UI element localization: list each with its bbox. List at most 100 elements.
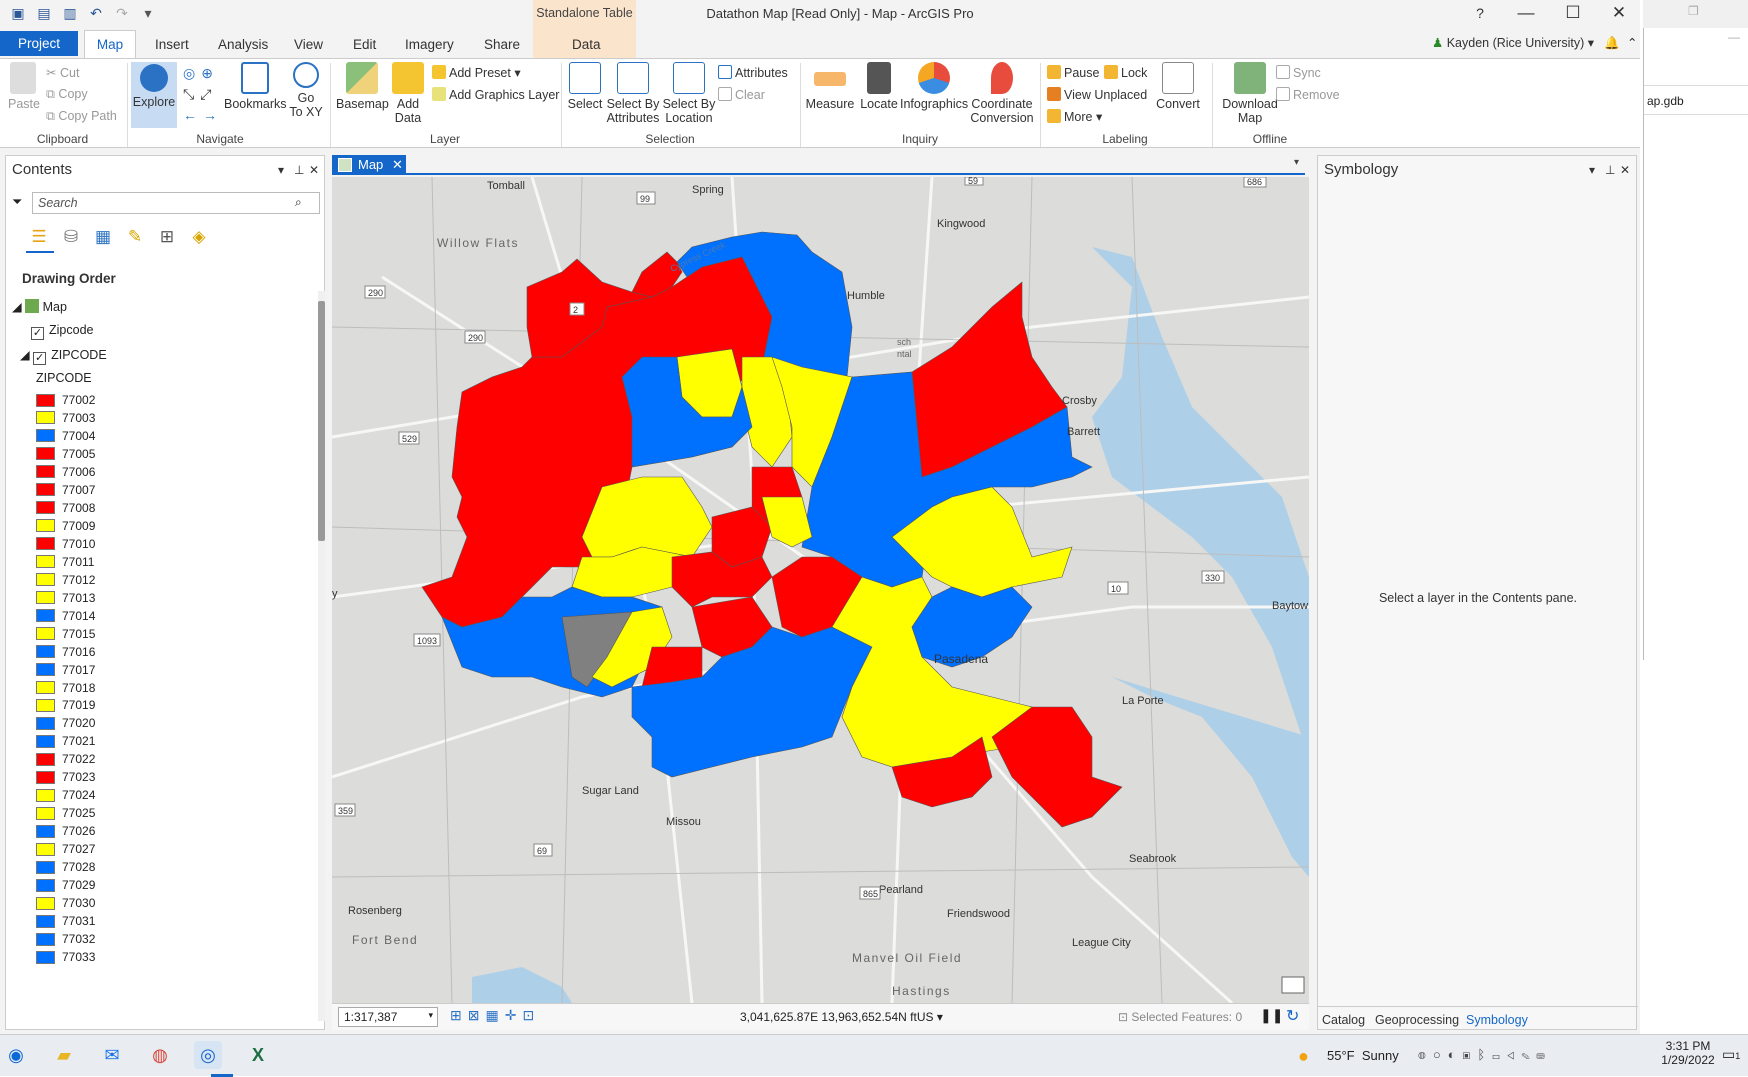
- legend-item[interactable]: 77015: [36, 625, 95, 643]
- legend-item[interactable]: 77014: [36, 607, 95, 625]
- sync-button[interactable]: Sync: [1276, 65, 1321, 80]
- list-by-snapping-icon[interactable]: ⊞: [156, 226, 178, 248]
- legend-swatch[interactable]: [36, 842, 55, 856]
- legend-swatch[interactable]: [36, 824, 55, 838]
- legend-item[interactable]: 77033: [36, 948, 95, 966]
- notification-bell-icon[interactable]: 🔔: [1604, 36, 1620, 50]
- pin-icon[interactable]: ⊥: [294, 163, 304, 177]
- refresh-icon[interactable]: ↻: [1286, 1006, 1299, 1026]
- pause-drawing-button[interactable]: ❚❚: [1260, 1007, 1283, 1024]
- measure-button[interactable]: Measure: [804, 62, 856, 111]
- zoom-extent-icon[interactable]: ⊠: [468, 1007, 486, 1023]
- legend-item[interactable]: 77008: [36, 499, 95, 517]
- go-to-xy-button[interactable]: Go To XY: [288, 62, 324, 119]
- search-icon[interactable]: ⌕: [295, 195, 302, 210]
- collapse-arrow-icon[interactable]: ◢: [12, 300, 22, 314]
- remove-button[interactable]: Remove: [1276, 87, 1340, 102]
- map-canvas[interactable]: Tomball Spring Kingwood Willow Flats Hum…: [332, 177, 1309, 1003]
- legend-item[interactable]: 77030: [36, 894, 95, 912]
- zoom-out-icon[interactable]: ⤢: [200, 86, 217, 102]
- legend-item[interactable]: 77022: [36, 750, 95, 768]
- close-pane-icon[interactable]: ✕: [309, 163, 319, 177]
- tab-list-icon[interactable]: ▾: [1294, 157, 1299, 168]
- collapse-arrow-icon[interactable]: ◢: [20, 348, 30, 362]
- legend-item[interactable]: 77025: [36, 804, 95, 822]
- tab-insert[interactable]: Insert: [155, 37, 189, 52]
- grid-icon[interactable]: ▦: [485, 1007, 504, 1023]
- legend-swatch[interactable]: [36, 716, 55, 730]
- tab-geoprocessing[interactable]: Geoprocessing: [1375, 1013, 1459, 1027]
- legend-item[interactable]: 77003: [36, 409, 95, 427]
- legend-swatch[interactable]: [36, 932, 55, 946]
- legend-item[interactable]: 77018: [36, 679, 95, 697]
- contents-scrollbar-thumb[interactable]: [318, 301, 325, 541]
- previous-extent-icon[interactable]: ←: [183, 107, 203, 123]
- tab-data[interactable]: Data: [572, 37, 601, 52]
- selected-features-count[interactable]: ⊡ Selected Features: 0: [1118, 1010, 1242, 1024]
- bluetooth-icon[interactable]: ᛒ: [1477, 1047, 1492, 1062]
- contents-search-input[interactable]: Search: [32, 192, 320, 214]
- tray-app-icon[interactable]: ◐: [1448, 1047, 1463, 1062]
- copy-path-button[interactable]: ⧉ Copy Path: [46, 109, 117, 124]
- pane-options-icon[interactable]: ▾: [1589, 163, 1595, 177]
- customize-qat-icon[interactable]: ▾: [140, 5, 156, 21]
- map-navigator-icon[interactable]: [1281, 976, 1305, 994]
- tab-map-view[interactable]: Map ✕: [332, 155, 406, 175]
- legend-swatch[interactable]: [36, 950, 55, 964]
- redo-icon[interactable]: ↷: [114, 5, 130, 21]
- tab-symbology[interactable]: Symbology: [1466, 1013, 1528, 1027]
- chrome-icon[interactable]: ◍: [146, 1041, 174, 1069]
- legend-swatch[interactable]: [36, 681, 55, 695]
- legend-item[interactable]: 77020: [36, 714, 95, 732]
- legend-item[interactable]: 77019: [36, 696, 95, 714]
- legend-swatch[interactable]: [36, 752, 55, 766]
- add-data-button[interactable]: Add Data: [390, 62, 426, 125]
- select-button[interactable]: Select: [566, 62, 604, 111]
- legend-item[interactable]: 77017: [36, 661, 95, 679]
- convert-button[interactable]: Convert: [1152, 62, 1204, 111]
- list-by-labeling-icon[interactable]: ◈: [188, 226, 210, 248]
- snapping-icon[interactable]: ✛: [505, 1007, 523, 1023]
- tab-map[interactable]: Map: [84, 30, 136, 59]
- close-button[interactable]: ✕: [1599, 3, 1639, 23]
- add-graphics-layer-button[interactable]: Add Graphics Layer: [432, 87, 559, 102]
- zoom-in-icon[interactable]: ⤡: [183, 86, 200, 102]
- background-maximize-icon[interactable]: ❐: [1688, 4, 1699, 18]
- legend-item[interactable]: 77012: [36, 571, 95, 589]
- download-map-button[interactable]: Download Map: [1218, 62, 1282, 125]
- legend-swatch[interactable]: [36, 393, 55, 407]
- legend-swatch[interactable]: [36, 591, 55, 605]
- tab-share[interactable]: Share: [484, 37, 520, 52]
- collapse-ribbon-icon[interactable]: ⌃: [1627, 36, 1637, 50]
- legend-swatch[interactable]: [36, 734, 55, 748]
- legend-swatch[interactable]: [36, 878, 55, 892]
- legend-item[interactable]: 77026: [36, 822, 95, 840]
- list-by-selection-icon[interactable]: ▦: [92, 226, 114, 248]
- map-node[interactable]: ◢ Map: [12, 299, 67, 314]
- legend-swatch[interactable]: [36, 788, 55, 802]
- legend-swatch[interactable]: [36, 609, 55, 623]
- tab-project[interactable]: Project: [0, 31, 78, 56]
- pane-options-icon[interactable]: ▾: [278, 163, 284, 177]
- extent-history[interactable]: ←→: [183, 107, 223, 123]
- legend-item[interactable]: 77016: [36, 643, 95, 661]
- pin-icon[interactable]: ⊥: [1605, 163, 1615, 177]
- tab-edit[interactable]: Edit: [353, 37, 376, 52]
- file-explorer-icon[interactable]: ▰: [50, 1041, 78, 1069]
- basemap-button[interactable]: Basemap: [336, 62, 389, 111]
- legend-item[interactable]: 77032: [36, 930, 95, 948]
- paste-button[interactable]: Paste: [8, 62, 40, 111]
- nav-icon[interactable]: ⊡: [522, 1007, 540, 1023]
- list-by-data-source-icon[interactable]: ⛁: [60, 226, 82, 248]
- legend-swatch[interactable]: [36, 483, 55, 497]
- tab-view[interactable]: View: [294, 37, 323, 52]
- legend-swatch[interactable]: [36, 663, 55, 677]
- legend-swatch[interactable]: [36, 896, 55, 910]
- background-minimize-icon[interactable]: —: [1728, 30, 1740, 44]
- legend-item[interactable]: 77011: [36, 553, 94, 571]
- legend-swatch[interactable]: [36, 770, 55, 784]
- tab-catalog[interactable]: Catalog: [1322, 1013, 1365, 1027]
- coordinate-conversion-button[interactable]: Coordinate Conversion: [970, 62, 1034, 125]
- map-view[interactable]: Tomball Spring Kingwood Willow Flats Hum…: [332, 177, 1309, 1003]
- tray-app-icon[interactable]: ◍: [1418, 1047, 1433, 1062]
